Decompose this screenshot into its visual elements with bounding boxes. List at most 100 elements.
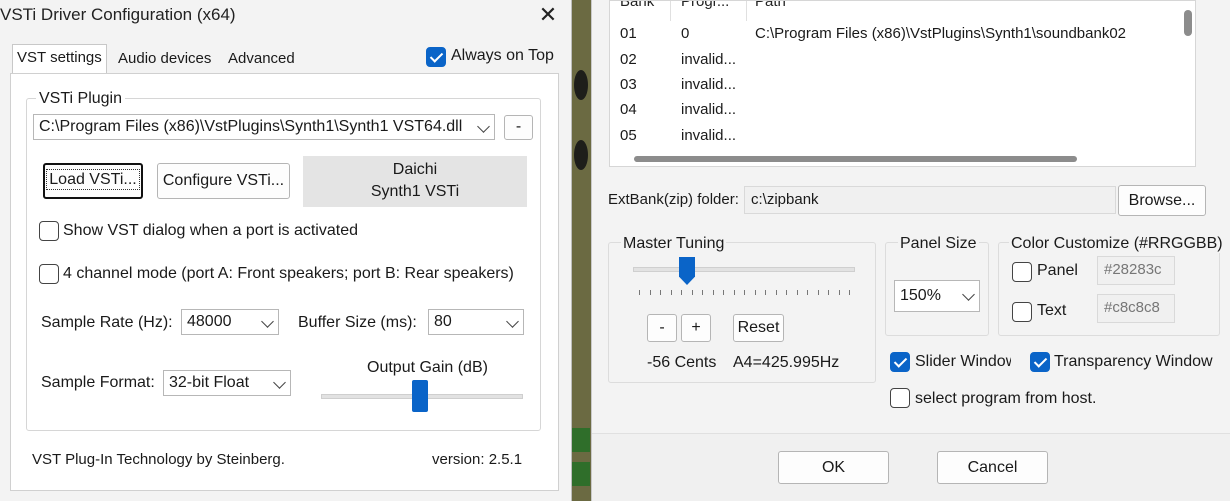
- steinberg-credit: VST Plug-In Technology by Steinberg.: [32, 451, 285, 468]
- always-on-top-checkbox[interactable]: [426, 47, 446, 67]
- plugin-path-select[interactable]: C:\Program Files (x86)\VstPlugins\Synth1…: [33, 114, 495, 140]
- close-icon[interactable]: ✕: [536, 3, 560, 27]
- browse-button[interactable]: Browse...: [1118, 185, 1206, 216]
- output-gain-thumb[interactable]: [412, 380, 429, 412]
- sample-format-select[interactable]: 32-bit Float: [163, 370, 291, 396]
- tuning-tick: [660, 290, 661, 295]
- tuning-tick: [807, 290, 808, 295]
- panel-color-input[interactable]: #28283c: [1097, 256, 1175, 285]
- tuning-tick: [670, 290, 672, 295]
- row-program[interactable]: invalid...: [681, 76, 736, 93]
- tuning-tick: [849, 290, 850, 295]
- tuning-tick: [754, 290, 756, 295]
- tuning-tick: [796, 290, 798, 295]
- sample-rate-select[interactable]: 48000: [181, 309, 279, 335]
- sample-rate-value: 48000: [187, 313, 232, 330]
- color-customize-label: Color Customize (#RRGGBB): [1009, 235, 1225, 253]
- panel-size-select[interactable]: 150%: [894, 280, 980, 312]
- tab-vst-settings[interactable]: VST settings: [12, 44, 107, 74]
- plugin-vendor: Daichi: [392, 161, 438, 178]
- vst-settings-panel: VSTi Plugin C:\Program Files (x86)\VstPl…: [10, 73, 559, 491]
- row-bank[interactable]: 01: [620, 25, 637, 42]
- load-vsti-button[interactable]: Load VSTi...: [43, 163, 143, 199]
- column-header-bank[interactable]: Bank: [620, 1, 654, 10]
- row-program[interactable]: 0: [681, 25, 689, 42]
- select-program-checkbox[interactable]: [890, 388, 910, 408]
- row-program[interactable]: invalid...: [681, 101, 736, 118]
- sample-format-label: Sample Format:: [41, 374, 155, 391]
- tab-advanced[interactable]: Advanced: [224, 46, 299, 72]
- dialog-footer: [592, 433, 1230, 501]
- tuning-tick: [639, 290, 640, 295]
- buffer-size-value: 80: [434, 313, 452, 330]
- tuning-tick: [744, 290, 745, 295]
- column-header-path[interactable]: Path: [755, 1, 786, 10]
- chevron-down-icon: [506, 315, 519, 328]
- output-gain-label: Output Gain (dB): [367, 359, 488, 376]
- tuning-increase-button[interactable]: +: [681, 314, 711, 342]
- extbank-label: ExtBank(zip) folder:: [608, 191, 739, 208]
- tuning-tick: [723, 290, 724, 295]
- text-color-input[interactable]: #c8c8c8: [1097, 294, 1175, 323]
- row-program[interactable]: invalid...: [681, 127, 736, 144]
- row-path[interactable]: C:\Program Files (x86)\VstPlugins\Synth1…: [755, 25, 1126, 42]
- row-bank[interactable]: 03: [620, 76, 637, 93]
- tuning-tick: [786, 290, 787, 295]
- tuning-tick: [828, 290, 829, 295]
- cancel-button[interactable]: Cancel: [937, 451, 1048, 484]
- select-program-label: select program from host.: [915, 390, 1097, 407]
- row-bank[interactable]: 05: [620, 127, 637, 144]
- row-bank[interactable]: 04: [620, 101, 637, 118]
- transparency-window-label: Transparency Window: [1054, 353, 1213, 370]
- bank-list-vertical-scrollbar[interactable]: [1184, 10, 1192, 36]
- text-color-label: Text: [1037, 302, 1067, 319]
- show-vst-dialog-checkbox[interactable]: [39, 221, 59, 241]
- four-channel-checkbox[interactable]: [39, 264, 59, 284]
- panel-color-checkbox[interactable]: [1012, 262, 1032, 282]
- master-tuning-ticks: [639, 290, 850, 296]
- always-on-top-label: Always on Top: [451, 47, 554, 64]
- tuning-tick: [712, 290, 714, 295]
- buffer-size-label: Buffer Size (ms):: [298, 314, 417, 331]
- text-color-checkbox[interactable]: [1012, 302, 1032, 322]
- plugin-name: Synth1 VSTi: [370, 183, 460, 200]
- tuning-tick: [691, 290, 693, 295]
- column-header-program[interactable]: Progr...: [681, 1, 729, 10]
- tuning-tick: [775, 290, 777, 295]
- background-led: [572, 428, 590, 452]
- row-program[interactable]: invalid...: [681, 51, 736, 68]
- buffer-size-select[interactable]: 80: [428, 309, 524, 335]
- knob-icon: [574, 140, 588, 170]
- extbank-folder-input[interactable]: c:\zipbank: [744, 186, 1116, 214]
- remove-plugin-button[interactable]: -: [504, 115, 533, 140]
- background-app-strip: [572, 0, 592, 501]
- ok-button[interactable]: OK: [778, 451, 889, 484]
- chevron-down-icon: [962, 288, 975, 301]
- chevron-down-icon: [273, 376, 286, 389]
- synth-settings-dialog: Bank Progr... Path 01 0 C:\Program Files…: [591, 0, 1230, 501]
- sample-rate-label: Sample Rate (Hz):: [41, 314, 173, 331]
- panel-color-label: Panel: [1037, 262, 1078, 279]
- transparency-window-checkbox[interactable]: [1030, 352, 1050, 372]
- tuning-reset-button[interactable]: Reset: [733, 314, 784, 342]
- four-channel-label: 4 channel mode (port A: Front speakers; …: [63, 265, 514, 282]
- row-bank[interactable]: 02: [620, 51, 637, 68]
- master-tuning-track[interactable]: [633, 267, 855, 272]
- bank-list[interactable]: Bank Progr... Path 01 0 C:\Program Files…: [609, 0, 1196, 167]
- panel-size-label: Panel Size: [898, 235, 979, 253]
- slider-window-checkbox[interactable]: [890, 352, 910, 372]
- tuning-tick: [702, 290, 703, 295]
- vsti-plugin-group-label: VSTi Plugin: [36, 90, 125, 108]
- vsti-driver-config-dialog: VSTi Driver Configuration (x64) ✕ VST se…: [0, 0, 572, 501]
- background-led: [572, 462, 590, 486]
- tuning-a4-readout: A4=425.995Hz: [733, 354, 840, 371]
- bank-list-horizontal-scrollbar[interactable]: [634, 156, 1077, 162]
- configure-vsti-button[interactable]: Configure VSTi...: [157, 163, 290, 199]
- column-divider: [670, 1, 671, 21]
- tab-audio-devices[interactable]: Audio devices: [114, 46, 216, 72]
- tuning-tick: [733, 290, 735, 295]
- sample-format-value: 32-bit Float: [169, 374, 250, 391]
- tuning-cents-readout: -56 Cents: [647, 354, 717, 371]
- tuning-decrease-button[interactable]: -: [647, 314, 677, 342]
- panel-size-value: 150%: [900, 287, 941, 304]
